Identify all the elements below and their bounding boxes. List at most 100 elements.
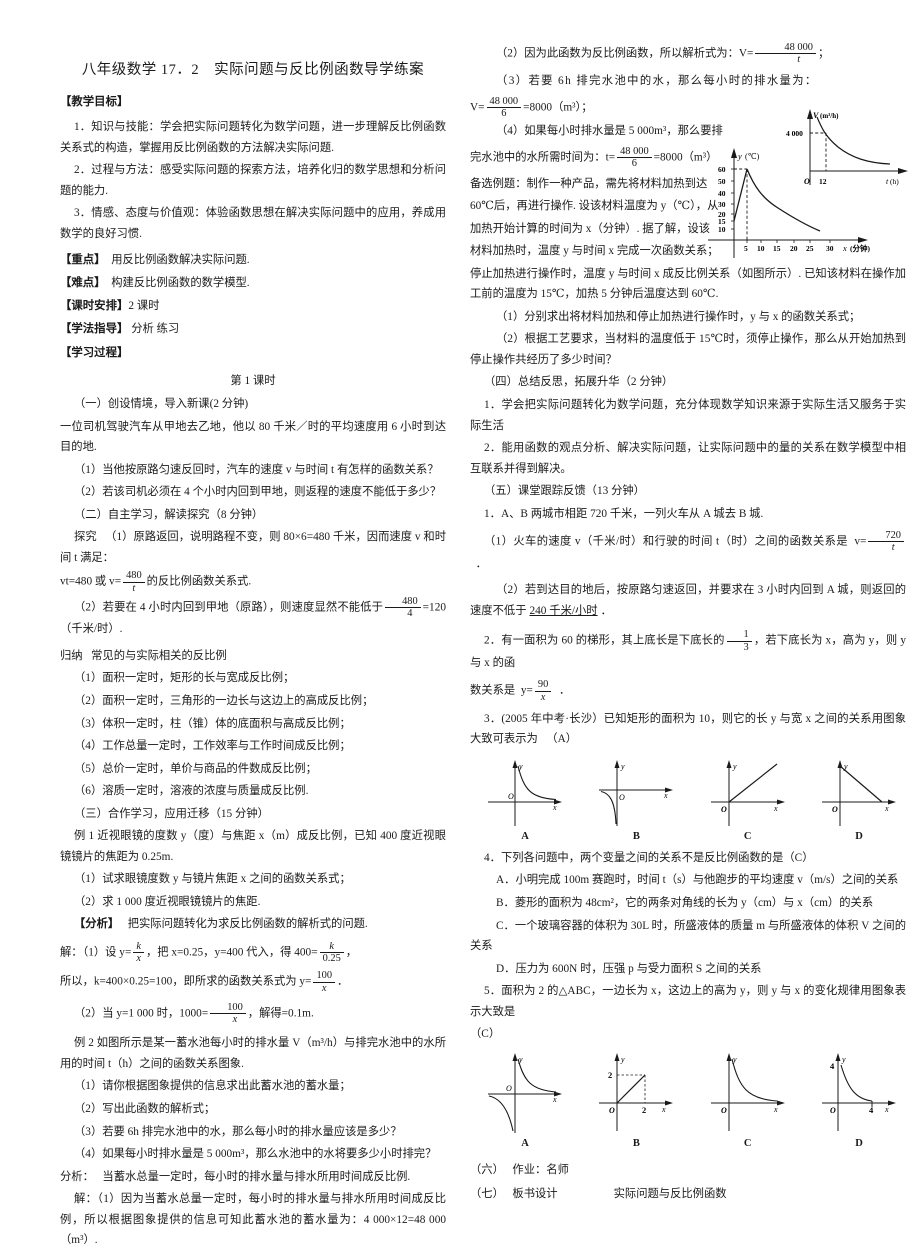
section-seven-title: 实际问题与反比例函数 [613,1188,727,1201]
fraction-100-over-x-2: 100 x [210,1002,246,1025]
fb2-suffix: ． [558,684,571,697]
alt-example-line-3: 加热开始计算的时间为 x（分钟）. 据了解，设该 [470,222,711,235]
example-1-stem: 例 1 近视眼镜的度数 y（度）与焦距 x（m）成反比例，已知 400 度近视眼… [60,830,446,863]
option-graph-b[interactable]: O y x B [595,756,677,842]
fb2-answer-prefix: 数关系是 [470,684,516,697]
sol1-prefix: 解：（1）设 y= [60,946,132,959]
sol4-prefix: 完水池中的水所需时间为：t= [470,151,616,164]
study-guidance-row: 【学法指导】 分析 练习 [60,319,446,340]
worksheet-page: 八年级数学 17．2 实际问题与反比例函数导学练案 【教学目标】 1．知识与技能… [0,0,920,1246]
chart-fb5-option-D: O y x 4 4 [821,1052,896,1131]
option-graph-b[interactable]: O y x 2 2 B [595,1051,677,1149]
chart-fb5-option-C: O y x [710,1052,785,1131]
explore-formula-2: （2）若要在 4 小时内回到甲地（原路），则速度显然不能低于 480 4 =120（千… [60,596,446,640]
svg-text:x: x [552,1095,557,1104]
example-1-solution-3: （2）当 y=1 000 时，1000= 100 x ，解得=0.1m. [60,1002,446,1025]
fraction-100-over-x: 100 x [313,970,336,994]
reflection-item-2: 2．能用函数的观点分析、解决实际问题，让实际问题中的量的关系在数学模型中相互联系… [470,442,906,475]
page-title: 八年级数学 17．2 实际问题与反比例函数导学练案 [81,62,425,78]
svg-text:x: x [773,1105,778,1114]
option-label-d: D [855,830,863,842]
y-tick-4000: 4 000 [786,129,803,138]
key-point-text: 用反比例函数解决实际问题. [111,254,250,267]
sol3-suffix: =8000（m³）； [523,101,593,114]
section-five-heading: （五）课堂跟踪反馈（13 分钟） [484,485,645,498]
svg-text:4: 4 [830,1061,835,1071]
svg-text:x: x [884,804,889,813]
sol1-suffix: ， [345,946,358,959]
x-axis-label: x [842,243,847,253]
feedback-3-answer: （A） [546,733,578,746]
svg-text:y: y [620,1055,625,1064]
option-graph-c[interactable]: O y x C [707,756,789,842]
section-seven-text: 板书设计 [512,1188,558,1201]
section-four-heading: （四）总结反思，拓展升华（2 分钟） [484,376,674,389]
chart-fb5-option-A: O y x [488,1052,562,1133]
alt-example-line-4: 材料加热时，温度 y 与时间 x 完成一次函数关系； [470,245,719,258]
example-2-stem: 例 2 如图所示是某一蓄水池每小时的排水量 V（m³/h）与排完水池中的水所用的… [60,1037,446,1070]
option-graph-d[interactable]: O y x D [818,756,900,842]
explore2-prefix: （2）若要在 4 小时内回到甲地（原路），则速度显然不能低于 [74,601,384,614]
summary-title: 常见的与实际相关的反比例 [91,649,227,662]
feedback-4-option: C．一个玻璃容器的体积为 30L 时，所盛液体的质量 m 与所盛液体的体积 V … [470,919,906,953]
svg-text:x: x [552,803,557,812]
key-point-row: 【重点】 用反比例函数解决实际问题. [60,250,446,271]
svg-text:60: 60 [718,165,726,174]
feedback-3-options-row: O y x A O y x B O y x C O y x D [470,756,906,842]
example-2-solution-3-question: （3）若要 6h 排完水池中的水，那么每小时的排水量为： [496,75,818,88]
feedback-4-option: D．压力为 600N 时，压强 p 与受力面积 S 之间的关系 [496,962,762,975]
summary-item: （1）面积一定时，矩形的长与宽成反比例； [74,672,295,685]
fb1-q1-suffix: ． [475,557,487,570]
option-label-a: A [521,1137,529,1149]
example-1-question-1: （1）试求眼镜度数 y 与镜片焦距 x 之间的函数关系式； [74,873,351,886]
feedback-3-stem: 3．(2005 年中考·长沙）已知矩形的面积为 10，则它的长 y 与宽 x 之… [470,709,906,750]
fb1-q1-v: v= [854,535,867,548]
option-graph-a[interactable]: O y x A [484,1051,566,1149]
feedback-1-answer-blank: 240 千米/小时 [529,604,598,617]
option-graph-d[interactable]: O y x 4 4 D [818,1051,900,1149]
feedback-2-stem: 2．有一面积为 60 的梯形，其上底长是下底长的 1 3 ，若下底长为 x，高为 y，… [470,629,906,673]
example-1-question-2: （2）求 1 000 度近视眼镜镜片的焦距. [74,895,261,908]
svg-text:4: 4 [869,1105,874,1115]
fraction-480-over-t: 480 t [123,570,145,594]
option-label-a: A [521,830,529,842]
svg-text:10: 10 [718,225,726,234]
option-graph-c[interactable]: O y x C [707,1051,789,1149]
svg-text:y: y [732,762,737,771]
explore-formula-prefix: vt=480 或 v= [60,575,122,588]
svg-text:x: x [773,804,778,813]
svg-text:20: 20 [790,244,798,253]
objective-item: 3．情感、态度与价值观：体验函数思想在解决实际问题中的应用，养成用数学的良好习惯… [60,207,446,240]
fb1-q1-prefix: （1）火车的速度 v（千米/时）和行驶的时间 t（时）之间的函数关系是 [484,535,848,548]
study-guidance-heading: 【学法指导】 [60,323,129,336]
svg-text:10: 10 [757,244,765,253]
difficulty-row: 【难点】 构建反比例函数的数学模型. [60,273,446,294]
teaching-objectives-heading: 【教学目标】 [60,96,129,108]
svg-text:x: x [884,1105,889,1114]
study-guidance-text: 分析 练习 [131,323,180,336]
option-label-b: B [632,1137,640,1149]
section-six-text: 作业：名师 [512,1163,569,1176]
summary-label: 归纳 [60,649,83,662]
drain-rate-graph-block: V (m³/h) t (h) O 4 000 12 [786,105,916,187]
feedback-4-option: B．菱形的面积为 48cm²，它的两条对角线的长为 y（cm）与 x（cm）的关… [496,897,874,910]
fraction-48000-over-t: 48 000 t [755,42,816,65]
option-label-d: D [855,1137,863,1149]
fraction-480-over-4: 480 4 [385,596,421,619]
option-graph-a[interactable]: O y x A [484,756,566,842]
x-axis-unit: (h) [890,177,899,186]
chart-fb3-option-A: O y x [488,759,562,826]
section-six-label: （六） [470,1163,504,1176]
fraction-k-over-025: k 0.25 [319,941,344,964]
alt-question-2: （2）根据工艺要求，当材料的温度低于 15℃时，须停止操作，那么从开始加热到停止… [470,333,906,366]
analysis-heading: 【分析】 [74,918,120,931]
explore-line-1: 探究 （1）原路返回，说明路程不变，则 80×6=480 千米，因而速度 v 和… [60,527,446,568]
lesson-number-label: 第 1 课时 [230,375,276,387]
explore-formula-suffix: 的反比例函数关系式. [146,575,252,588]
svg-text:O: O [506,1084,512,1093]
alt-example-line-1: 备选例题：制作一种产品，需先将材料加热到达 [470,177,708,190]
chart-fb5-option-B: O y x 2 2 [599,1052,674,1131]
feedback-2-answer: 数关系是 y= 90 x ． [470,679,906,702]
origin-label: O [804,177,810,186]
example-2-question-4: （4）如果每小时排水量是 5 000m³，那么水池中的水将要多少小时排完？ [74,1148,437,1161]
